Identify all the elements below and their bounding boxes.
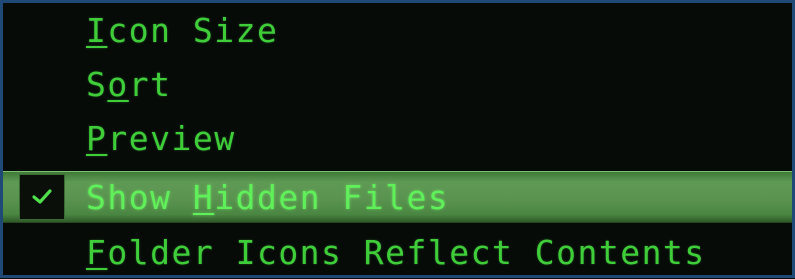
menu-item-label: Folder Icons Reflect Contents [86,232,706,272]
menu-item-label: Show Hidden Files [86,177,450,217]
accelerator-key: o [107,64,129,104]
accelerator-key: P [86,118,108,158]
menu-item-preview[interactable]: Preview [3,111,792,165]
accelerator-key: F [86,232,108,272]
menu-item-show-hidden-files[interactable]: Show Hidden Files [3,171,792,223]
accelerator-key: H [192,177,215,217]
menu-item-sort[interactable]: Sort [3,57,792,111]
menu-item-label: Icon Size [86,10,279,50]
checkmark-icon [32,189,52,204]
context-menu: Icon Size Sort Preview Show Hidden Files… [0,0,795,278]
checkbox-checked[interactable] [19,174,65,220]
menu-item-label: Sort [86,64,172,104]
menu-item-label: Preview [86,118,236,158]
menu-list: Icon Size Sort Preview Show Hidden Files… [3,3,792,275]
accelerator-key: I [86,10,108,50]
menu-item-folder-icons-reflect-contents[interactable]: Folder Icons Reflect Contents [3,225,792,279]
menu-item-icon-size[interactable]: Icon Size [3,3,792,57]
